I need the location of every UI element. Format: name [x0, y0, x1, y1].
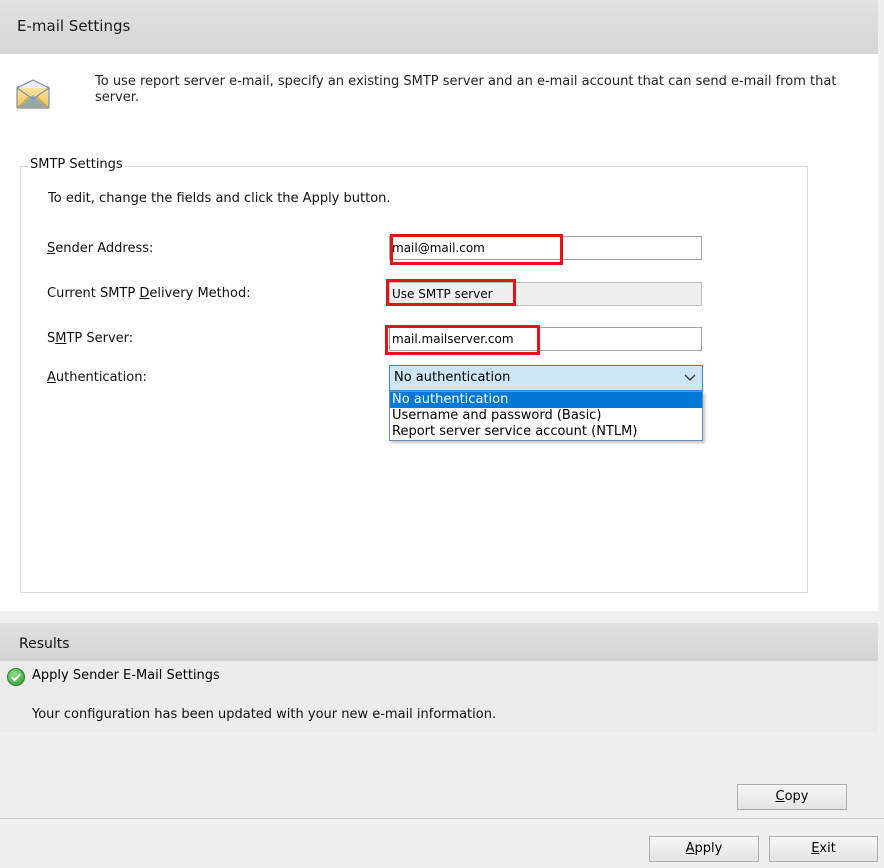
result-item-title: Apply Sender E-Mail Settings: [32, 668, 220, 683]
page-title: E-mail Settings: [17, 17, 131, 35]
authentication-label: Authentication:: [47, 370, 147, 385]
mail-envelope-icon: [16, 79, 50, 109]
sender-address-input[interactable]: mail@mail.com: [389, 236, 702, 260]
page-header: [0, 0, 878, 54]
smtp-settings-legend: SMTP Settings: [28, 157, 125, 172]
result-item-detail: Your configuration has been updated with…: [32, 707, 497, 722]
exit-button[interactable]: Exit: [769, 836, 878, 862]
authentication-options-list: No authentication Username and password …: [389, 391, 703, 441]
authentication-select[interactable]: No authentication: [389, 365, 703, 391]
results-title: Results: [19, 636, 70, 652]
edit-hint: To edit, change the fields and click the…: [48, 191, 391, 206]
delivery-method-field: Use SMTP server: [389, 282, 702, 306]
auth-option-ntlm[interactable]: Report server service account (NTLM): [390, 424, 702, 440]
sender-address-label: Sender Address:: [47, 241, 154, 256]
success-check-icon: [7, 668, 25, 686]
auth-option-basic[interactable]: Username and password (Basic): [390, 408, 702, 424]
smtp-server-input[interactable]: mail.mailserver.com: [389, 327, 702, 351]
chevron-down-icon: [684, 374, 696, 381]
auth-option-none[interactable]: No authentication: [390, 392, 702, 408]
delivery-method-label: Current SMTP Delivery Method:: [47, 286, 251, 301]
authentication-selected-value: No authentication: [394, 370, 511, 385]
copy-button[interactable]: Copy: [737, 784, 847, 810]
bottom-divider: [0, 818, 884, 819]
intro-description: To use report server e-mail, specify an …: [95, 74, 837, 105]
window-edge: [878, 0, 884, 868]
smtp-server-label: SMTP Server:: [47, 331, 134, 346]
apply-button[interactable]: Apply: [649, 836, 759, 862]
results-header: [0, 623, 878, 661]
